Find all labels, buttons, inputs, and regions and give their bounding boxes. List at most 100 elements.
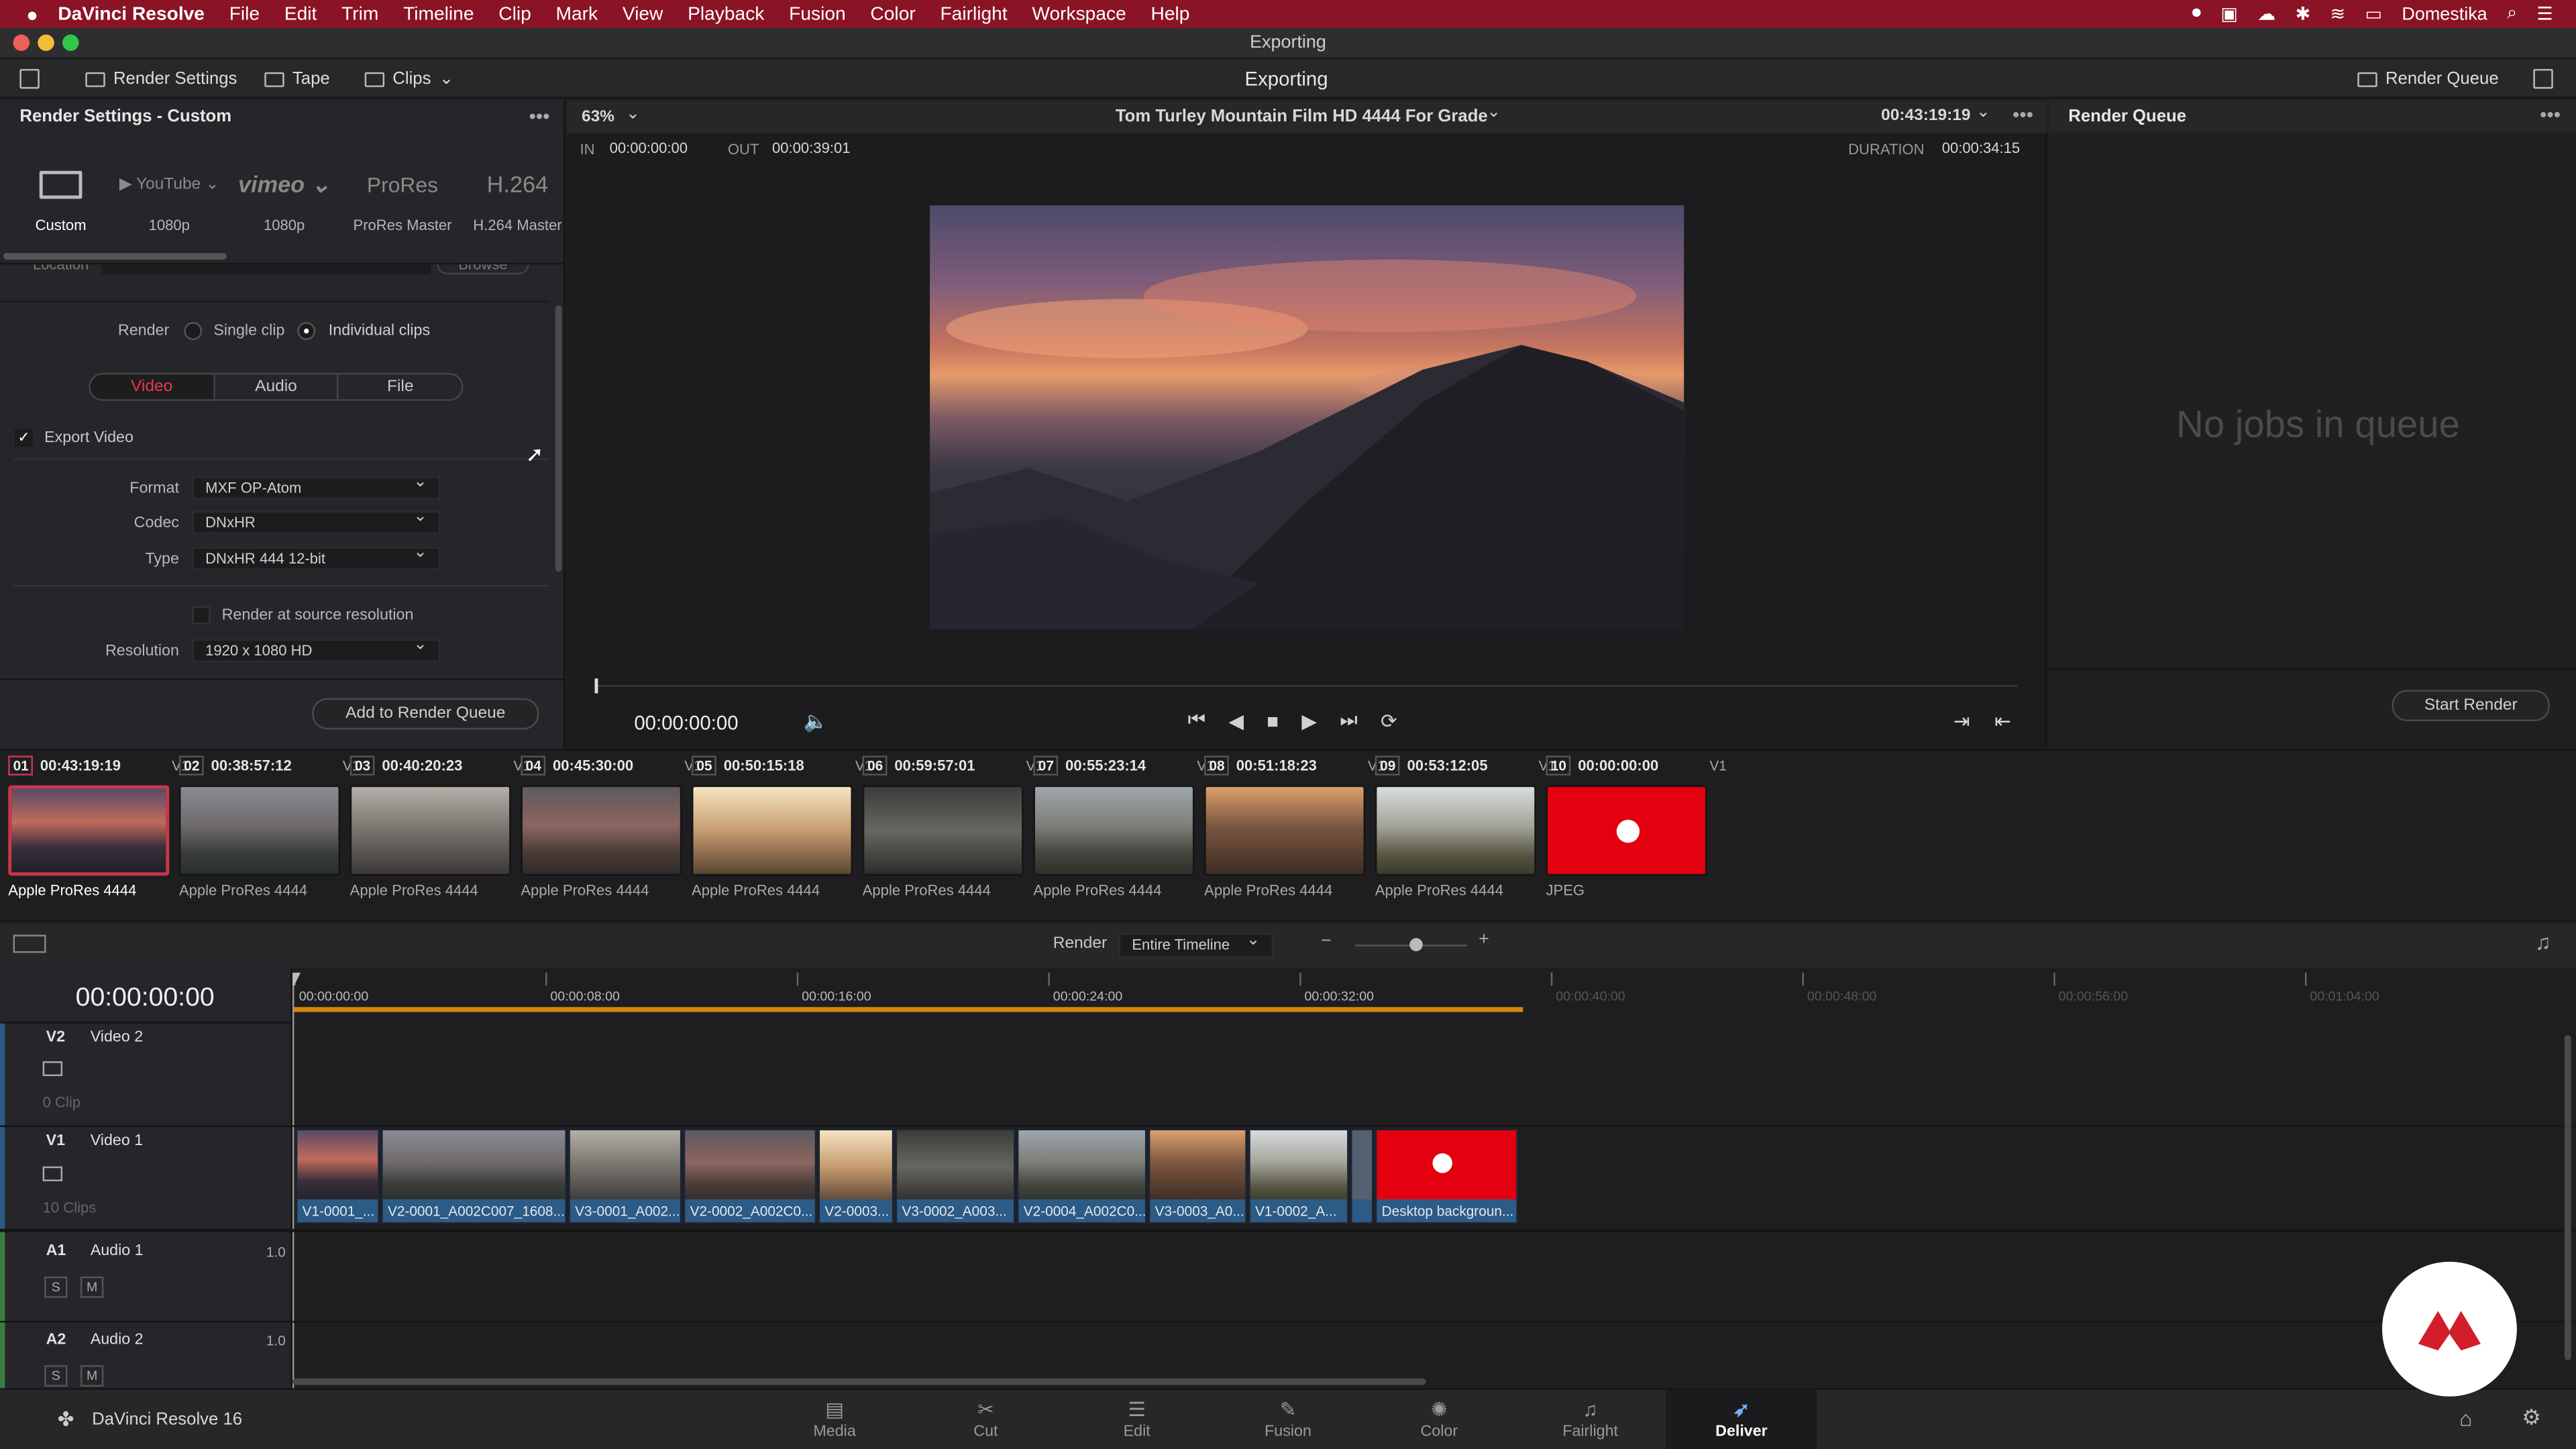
presets-scrollbar[interactable] (3, 253, 227, 260)
codec-dropdown[interactable]: DNxHR (192, 508, 441, 534)
preset-youtube[interactable]: ▶ YouTube ⌄ 1080p (112, 162, 227, 233)
zoom-level[interactable]: 63% (582, 109, 614, 127)
track-a2[interactable]: A2 Audio 2 1.0 S M (0, 1322, 292, 1389)
clips-button[interactable]: Clips ⌄ (364, 59, 453, 99)
zoom-window-button[interactable] (62, 34, 79, 51)
audio-meter-icon[interactable]: ♫ (2535, 930, 2551, 955)
solo-button[interactable]: S (44, 1276, 68, 1298)
individual-clips-radio[interactable] (297, 322, 316, 340)
timeline-clip[interactable]: V2-0003... (818, 1128, 894, 1224)
menu-color[interactable]: Color (870, 4, 915, 23)
zoom-in-icon[interactable]: + (1479, 930, 1489, 949)
panel-toggle-button[interactable] (19, 59, 40, 99)
track-visibility-icon[interactable] (42, 1061, 63, 1077)
solo-button[interactable]: S (44, 1365, 68, 1387)
render-range-dropdown[interactable]: Entire Timeline (1118, 930, 1273, 958)
right-panel-toggle-button[interactable] (2533, 59, 2553, 99)
next-clip-icon[interactable]: ⇥ (1953, 710, 1970, 733)
page-fairlight[interactable]: ♫ Fairlight (1515, 1390, 1666, 1449)
resolution-dropdown[interactable]: 1920 x 1080 HD (192, 636, 441, 662)
timeline-clip[interactable]: V3-0001_A002... (568, 1128, 682, 1224)
wifi-icon[interactable]: ≋ (2330, 3, 2346, 25)
zoom-out-icon[interactable]: − (1321, 932, 1332, 951)
minimize-window-button[interactable] (38, 34, 54, 51)
clip-thumbnail[interactable]: 05 00:50:15:18 V1 Apple ProRes 4444 (692, 753, 872, 917)
single-clip-radio[interactable] (184, 322, 203, 340)
menu-app-name[interactable]: DaVinci Resolve (58, 4, 205, 23)
stop-icon[interactable]: ■ (1267, 709, 1279, 732)
browse-button[interactable]: Browse (437, 264, 529, 274)
page-color[interactable]: ✺ Color (1364, 1390, 1515, 1449)
spotlight-icon[interactable]: ⌕ (2507, 3, 2517, 25)
previous-clip-icon[interactable]: ⇤ (1994, 710, 2011, 733)
scrubber-track[interactable] (594, 685, 2018, 687)
settings-scrollbar[interactable] (555, 305, 562, 572)
tab-video[interactable]: Video (90, 374, 215, 400)
go-to-end-icon[interactable]: ⏭ (1340, 708, 1357, 733)
timeline-vertical-scrollbar[interactable] (2564, 1034, 2571, 1360)
timeline-name[interactable]: Tom Turley Mountain Film HD 4444 For Gra… (1116, 107, 1488, 126)
menu-view[interactable]: View (623, 4, 663, 23)
more-options-icon[interactable]: ••• (2540, 103, 2561, 126)
loop-icon[interactable]: ⟳ (1381, 709, 1397, 732)
tab-audio[interactable]: Audio (215, 374, 339, 400)
clip-thumbnail[interactable]: 03 00:40:20:23 V1 Apple ProRes 4444 (350, 753, 531, 917)
menu-mark[interactable]: Mark (555, 4, 598, 23)
timeline-clip[interactable]: Desktop backgroun... (1375, 1128, 1518, 1224)
page-media[interactable]: ▤ Media (759, 1390, 910, 1449)
chevron-down-icon[interactable]: ⌄ (1487, 103, 1501, 121)
timeline-clip[interactable]: V3-0002_A003... (895, 1128, 1016, 1224)
record-icon[interactable]: ⏺ (2192, 3, 2201, 25)
timeline-clip[interactable]: V2-0004_A002C0... (1016, 1128, 1147, 1224)
clip-thumbnail[interactable]: 07 00:55:23:14 V1 Apple ProRes 4444 (1033, 753, 1214, 917)
location-field[interactable] (101, 264, 431, 274)
preset-custom[interactable]: Custom (3, 162, 118, 233)
timeline-horizontal-scrollbar[interactable] (292, 1378, 1426, 1385)
clip-thumbnail[interactable]: 09 00:53:12:05 V1 Apple ProRes 4444 (1375, 753, 1556, 917)
viewer-timecode[interactable]: 00:43:19:19 (1881, 107, 1970, 125)
user-name[interactable]: Domestika (2402, 4, 2487, 23)
control-center-icon[interactable]: ☰ (2537, 3, 2553, 25)
menu-help[interactable]: Help (1150, 4, 1189, 23)
type-dropdown[interactable]: DNxHR 444 12-bit (192, 544, 441, 570)
track-v1[interactable]: V1 Video 1 10 Clips (0, 1127, 292, 1229)
more-options-icon[interactable]: ••• (2012, 103, 2033, 126)
more-options-icon[interactable]: ••• (529, 105, 550, 128)
track-name[interactable]: Video 2 (91, 1028, 144, 1046)
menu-file[interactable]: File (229, 4, 260, 23)
render-queue-button[interactable]: Render Queue (2357, 59, 2499, 99)
play-icon[interactable]: ▶ (1301, 709, 1317, 732)
track-name[interactable]: Audio 1 (91, 1242, 144, 1260)
add-to-render-queue-button[interactable]: Add to Render Queue (312, 698, 539, 730)
go-to-start-icon[interactable]: ⏮ (1188, 708, 1205, 733)
menu-edit[interactable]: Edit (284, 4, 317, 23)
page-cut[interactable]: ✂ Cut (910, 1390, 1061, 1449)
menu-trim[interactable]: Trim (341, 4, 378, 23)
timeline-options-icon[interactable] (13, 934, 46, 953)
preset-vimeo[interactable]: vimeo ⌄ 1080p (227, 162, 341, 233)
format-dropdown[interactable]: MXF OP-Atom (192, 473, 441, 500)
scrubber-playhead[interactable] (594, 678, 598, 694)
page-fusion[interactable]: ✎ Fusion (1212, 1390, 1363, 1449)
chevron-down-icon[interactable]: ⌄ (626, 105, 640, 123)
page-edit[interactable]: ☰ Edit (1061, 1390, 1212, 1449)
clip-thumbnail[interactable]: 02 00:38:57:12 V1 Apple ProRes 4444 (178, 753, 360, 917)
clip-thumbnail[interactable]: 01 00:43:19:19 V1 Apple ProRes 4444 (8, 753, 189, 917)
screen-icon[interactable]: ▣ (2220, 3, 2237, 25)
menu-clip[interactable]: Clip (498, 4, 531, 23)
menu-fusion[interactable]: Fusion (789, 4, 846, 23)
close-window-button[interactable] (13, 34, 30, 51)
menu-timeline[interactable]: Timeline (403, 4, 474, 23)
tape-button[interactable]: Tape (264, 59, 330, 99)
menu-playback[interactable]: Playback (688, 4, 764, 23)
clip-thumbnail[interactable]: 08 00:51:18:23 V1 Apple ProRes 4444 (1204, 753, 1385, 917)
render-settings-button[interactable]: Render Settings (85, 59, 237, 99)
timeline-clip[interactable]: V3-0003_A0... (1148, 1128, 1247, 1224)
airplay-icon[interactable]: ▭ (2365, 3, 2382, 25)
apple-icon[interactable]: ● (26, 3, 38, 25)
timeline-clip[interactable]: V1-0002_A... (1248, 1128, 1349, 1224)
timeline-clip[interactable]: V2-0002_A002C0... (683, 1128, 817, 1224)
timeline-clip[interactable]: V1-0001_... (295, 1128, 380, 1224)
track-a1[interactable]: A1 Audio 1 1.0 S M (0, 1232, 292, 1321)
clip-thumbnail[interactable]: 06 00:59:57:01 V1 Apple ProRes 4444 (862, 753, 1043, 917)
